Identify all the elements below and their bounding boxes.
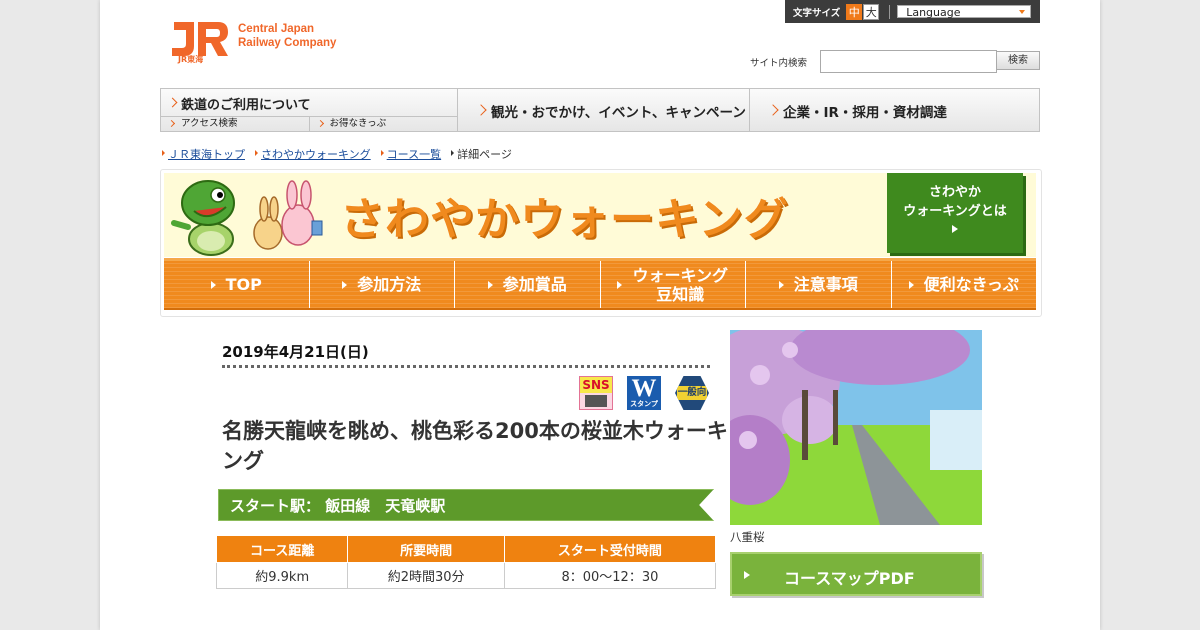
banner-title: さわやかウォーキング — [340, 194, 789, 245]
subnav-tickets-label: 便利なきっぷ — [923, 275, 1019, 294]
w-stamp-badge: W スタンプ — [627, 376, 661, 410]
triangle-right-icon — [744, 571, 750, 579]
subnav-top[interactable]: TOP — [164, 261, 310, 308]
company-name-line1: Central Japan — [238, 23, 315, 35]
nav-value-tickets[interactable]: お得なきっぷ — [310, 117, 458, 131]
course-title: 名勝天龍峡を眺め、桃色彩る200本の桜並木ウォーキング — [222, 419, 728, 473]
chevron-right-icon — [316, 119, 324, 128]
font-size-medium-button[interactable]: 中 — [846, 3, 863, 20]
nav-sightseeing[interactable]: 観光・おでかけ、イベント、キャンペーン — [457, 89, 750, 131]
site-search-input[interactable] — [820, 50, 997, 73]
breadcrumb-walking[interactable]: さわやかウォーキング — [255, 146, 371, 162]
walking-subnav: TOP 参加方法 参加賞品 ウォーキング 豆知識 注意事項 便利なきっぷ — [164, 258, 1036, 310]
font-size-label: 文字サイズ — [793, 7, 841, 19]
subnav-walking-tips-label: ウォーキング 豆知識 — [632, 265, 729, 304]
header-distance: コース距離 — [215, 535, 349, 563]
triangle-right-icon — [617, 280, 623, 289]
chevron-right-icon — [167, 119, 176, 128]
dotted-divider — [222, 365, 710, 368]
sns-badge: SNS — [579, 376, 613, 410]
chevron-down-icon — [1019, 10, 1026, 14]
nav-value-tickets-label: お得なきっぷ — [329, 118, 387, 129]
chevron-right-icon — [767, 104, 779, 116]
nav-access-search[interactable]: アクセス検索 — [161, 117, 310, 131]
triangle-right-icon — [778, 280, 784, 289]
triangle-right-icon — [908, 280, 914, 289]
sns-badge-text: SNS — [580, 377, 612, 393]
subnav-how-to-join-label: 参加方法 — [357, 275, 422, 294]
nav-railway-group: 鉄道のご利用について アクセス検索 お得なきっぷ — [161, 89, 458, 131]
subnav-tickets[interactable]: 便利なきっぷ — [892, 261, 1037, 308]
nav-corporate-label: 企業・IR・採用・資材調達 — [783, 105, 947, 121]
camera-icon — [585, 395, 607, 407]
general-audience-badge-text: 一般向 — [677, 386, 707, 400]
about-walking-line2: ウォーキングとは — [903, 204, 1007, 219]
value-duration: 約2時間30分 — [347, 562, 505, 589]
language-select[interactable]: Language — [897, 5, 1032, 19]
utility-bar: 文字サイズ 中 大 Language — [785, 0, 1040, 23]
triangle-right-icon — [342, 280, 348, 289]
breadcrumb-course-list[interactable]: コース一覧 — [380, 146, 441, 162]
divider — [889, 4, 891, 19]
photo-caption: 八重桜 — [730, 530, 765, 544]
breadcrumb-jr-top[interactable]: ＪＲ東海トップ — [162, 146, 245, 162]
site-search-button[interactable]: 検索 — [996, 51, 1040, 70]
course-map-pdf-label: コースマップPDF — [784, 569, 915, 588]
company-name: Central Japan Railway Company — [238, 22, 336, 50]
value-reception-time: 8：00～12：30 — [503, 562, 717, 589]
site-search-label: サイト内検索 — [750, 58, 808, 69]
nav-sightseeing-label: 観光・おでかけ、イベント、キャンペーン — [491, 105, 746, 121]
start-station-bar: スタート駅： 飯田線 天竜峡駅 — [218, 489, 714, 521]
nav-railway-use-label: 鉄道のご利用について — [181, 98, 311, 113]
course-info-table: コース距離 所要時間 スタート受付時間 約9.9km 約2時間30分 8：00～… — [215, 535, 717, 589]
about-walking-button[interactable]: さわやか ウォーキングとは — [887, 173, 1023, 253]
general-audience-badge: 一般向 — [675, 376, 709, 410]
course-photo — [730, 330, 982, 525]
about-walking-line1: さわやか — [928, 185, 981, 200]
subnav-walking-tips[interactable]: ウォーキング 豆知識 — [601, 261, 746, 308]
nav-access-search-label: アクセス検索 — [181, 118, 238, 129]
global-nav: 鉄道のご利用について アクセス検索 お得なきっぷ 観光・おでかけ、イベント、キャ… — [160, 88, 1040, 132]
subnav-notes[interactable]: 注意事項 — [746, 261, 892, 308]
value-distance: 約9.9km — [215, 562, 349, 589]
subnav-how-to-join[interactable]: 参加方法 — [310, 261, 455, 308]
walking-banner: さわやかウォーキング さわやか ウォーキングとは — [164, 173, 1036, 257]
subnav-top-label: TOP — [225, 275, 262, 294]
triangle-right-icon — [210, 280, 216, 289]
chevron-right-icon — [475, 104, 487, 116]
triangle-right-icon — [487, 280, 493, 289]
course-map-pdf-button[interactable]: コースマップPDF — [730, 552, 982, 596]
header-duration: 所要時間 — [347, 535, 505, 563]
w-stamp-badge-sub: スタンプ — [630, 400, 658, 408]
font-size-large-button[interactable]: 大 — [863, 3, 880, 20]
breadcrumb: ＪＲ東海トップ さわやかウォーキング コース一覧 詳細ページ — [162, 146, 522, 162]
page: JR東海 Central Japan Railway Company 文字サイズ… — [100, 0, 1100, 630]
subnav-prizes[interactable]: 参加賞品 — [455, 261, 601, 308]
nav-railway-use[interactable]: 鉄道のご利用について — [161, 89, 457, 117]
breadcrumb-current: 詳細ページ — [451, 146, 512, 162]
language-select-value: Language — [906, 6, 961, 19]
header-reception-time: スタート受付時間 — [503, 535, 717, 563]
svg-text:JR東海: JR東海 — [177, 54, 203, 64]
company-name-line2: Railway Company — [238, 37, 337, 49]
start-station-text: スタート駅： 飯田線 天竜峡駅 — [230, 497, 446, 515]
mascot-illustration — [171, 180, 323, 256]
subnav-notes-label: 注意事項 — [793, 275, 858, 294]
subnav-prizes-label: 参加賞品 — [502, 275, 567, 294]
event-date: 2019年4月21日(日) — [222, 343, 369, 361]
nav-corporate[interactable]: 企業・IR・採用・資材調達 — [749, 89, 1039, 131]
chevron-right-icon — [167, 97, 178, 108]
triangle-right-icon — [952, 225, 958, 233]
